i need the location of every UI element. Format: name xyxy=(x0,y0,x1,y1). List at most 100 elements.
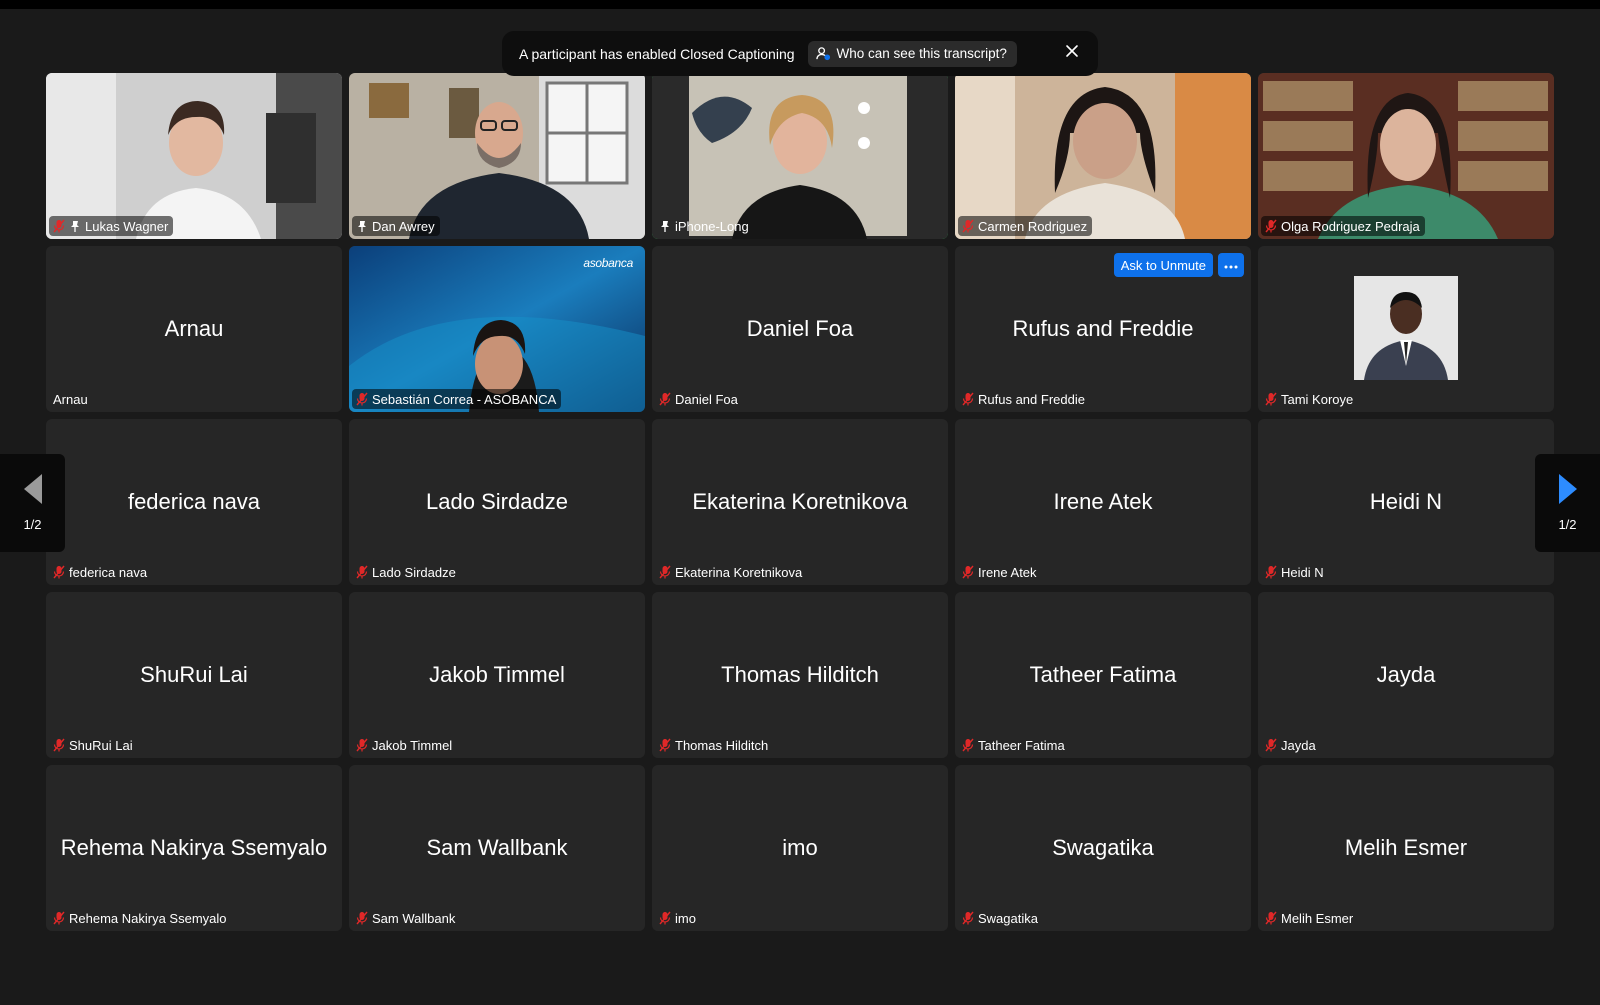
participant-name: Lado Sirdadze xyxy=(372,564,456,580)
participant-name: Swagatika xyxy=(978,910,1038,926)
participant-display-name: ShuRui Lai xyxy=(140,662,248,687)
participant-name: Olga Rodriguez Pedraja xyxy=(1281,218,1420,234)
top-bar xyxy=(0,0,1600,9)
mic-muted-icon xyxy=(356,738,368,752)
participant-name: Tami Koroye xyxy=(1281,391,1354,407)
person-info-icon xyxy=(815,46,831,61)
previous-page-button[interactable]: 1/2 xyxy=(0,454,65,552)
asobanca-logo: asobanca xyxy=(583,256,633,270)
who-can-see-transcript-button[interactable]: Who can see this transcript? xyxy=(807,40,1017,67)
participant-display-name: Irene Atek xyxy=(1053,489,1153,514)
mic-muted-icon xyxy=(1265,911,1277,925)
participant-name: ShuRui Lai xyxy=(69,737,133,753)
mic-muted-icon xyxy=(962,738,974,752)
participant-name: Thomas Hilditch xyxy=(675,737,769,753)
mic-muted-icon xyxy=(53,219,65,233)
participant-tile[interactable]: Ask to Unmute Rufus and Freddie Rufus an… xyxy=(955,246,1251,412)
participant-name: Rehema Nakirya Ssemyalo xyxy=(69,910,227,926)
participant-name-tag: Arnau xyxy=(49,389,93,409)
participant-name-tag: Sam Wallbank xyxy=(352,908,460,928)
participant-name-tag: Sebastián Correa - ASOBANCA xyxy=(352,389,562,409)
more-options-button[interactable] xyxy=(1218,253,1244,277)
mic-muted-icon xyxy=(659,738,671,752)
participant-video xyxy=(349,73,645,239)
participant-tile[interactable]: Tami Koroye xyxy=(1258,246,1554,412)
participant-name-tag: Jayda xyxy=(1261,735,1321,755)
close-banner-button[interactable] xyxy=(1060,42,1084,66)
participant-display-name: Arnau xyxy=(164,316,224,341)
participant-tile[interactable]: Melih Esmer Melih Esmer xyxy=(1258,765,1554,931)
participant-name: federica nava xyxy=(69,564,148,580)
participant-name: Jakob Timmel xyxy=(372,737,453,753)
mic-muted-icon xyxy=(962,219,974,233)
participant-tile[interactable]: Arnau Arnau xyxy=(46,246,342,412)
close-icon xyxy=(1065,44,1079,63)
mic-muted-icon xyxy=(1265,738,1277,752)
participant-display-name: Jakob Timmel xyxy=(429,662,565,687)
participant-tile[interactable]: Thomas Hilditch Thomas Hilditch xyxy=(652,592,948,758)
participant-video xyxy=(349,246,645,412)
participant-name: Jayda xyxy=(1281,737,1316,753)
participant-display-name: Melih Esmer xyxy=(1344,835,1468,860)
participant-tile[interactable]: Ekaterina Koretnikova Ekaterina Koretnik… xyxy=(652,419,948,585)
mic-muted-icon xyxy=(53,565,65,579)
mic-muted-icon xyxy=(1265,565,1277,579)
participant-tile[interactable]: Lado Sirdadze Lado Sirdadze xyxy=(349,419,645,585)
participant-display-name: imo xyxy=(782,835,818,860)
participant-tile[interactable]: Carmen Rodriguez xyxy=(955,73,1251,239)
participant-display-name: Ekaterina Koretnikova xyxy=(692,489,908,514)
pin-icon xyxy=(356,220,368,233)
participant-name: Carmen Rodriguez xyxy=(978,218,1088,234)
participant-tile[interactable]: imo imo xyxy=(652,765,948,931)
participant-name-tag: Lado Sirdadze xyxy=(352,562,461,582)
mic-muted-icon xyxy=(356,911,368,925)
participant-tile[interactable]: federica nava federica nava xyxy=(46,419,342,585)
participant-name: Daniel Foa xyxy=(675,391,738,407)
ask-to-unmute-button[interactable]: Ask to Unmute xyxy=(1113,253,1213,277)
next-page-button[interactable]: 1/2 xyxy=(1535,454,1600,552)
avatar xyxy=(1354,276,1458,380)
mic-muted-icon xyxy=(1265,219,1277,233)
participant-name-tag: federica nava xyxy=(49,562,152,582)
participant-name-tag: Irene Atek xyxy=(958,562,1042,582)
participant-tile[interactable]: asobanca Sebastián Correa - ASOBANCA xyxy=(349,246,645,412)
participant-tile[interactable]: Rehema Nakirya Ssemyalo Rehema Nakirya S… xyxy=(46,765,342,931)
participant-name-tag: Rehema Nakirya Ssemyalo xyxy=(49,908,232,928)
participant-name-tag: Olga Rodriguez Pedraja xyxy=(1261,216,1425,236)
participant-tile[interactable]: Dan Awrey xyxy=(349,73,645,239)
participant-tile[interactable]: Sam Wallbank Sam Wallbank xyxy=(349,765,645,931)
participant-tile[interactable]: Daniel Foa Daniel Foa xyxy=(652,246,948,412)
cc-banner-message: A participant has enabled Closed Caption… xyxy=(519,45,795,62)
participant-display-name: federica nava xyxy=(127,489,261,514)
participant-display-name: Rufus and Freddie xyxy=(1012,316,1194,341)
participant-name-tag: Dan Awrey xyxy=(352,216,440,236)
participant-tile[interactable]: Swagatika Swagatika xyxy=(955,765,1251,931)
page-indicator: 1/2 xyxy=(1558,517,1577,532)
ellipsis-icon xyxy=(1224,256,1238,274)
participant-tile[interactable]: Tatheer Fatima Tatheer Fatima xyxy=(955,592,1251,758)
participant-name: Ekaterina Koretnikova xyxy=(675,564,803,580)
participant-name: Melih Esmer xyxy=(1281,910,1354,926)
participant-display-name: Tatheer Fatima xyxy=(1029,662,1177,687)
participant-tile[interactable]: Lukas Wagner xyxy=(46,73,342,239)
mic-muted-icon xyxy=(659,911,671,925)
participant-tile[interactable]: Jayda Jayda xyxy=(1258,592,1554,758)
mic-muted-icon xyxy=(53,738,65,752)
participant-name-tag: iPhone-Long xyxy=(655,216,754,236)
page-indicator: 1/2 xyxy=(23,517,42,532)
participant-name: Rufus and Freddie xyxy=(978,391,1085,407)
participant-name: Lukas Wagner xyxy=(85,218,169,234)
participant-tile[interactable]: Jakob Timmel Jakob Timmel xyxy=(349,592,645,758)
participant-name-tag: Ekaterina Koretnikova xyxy=(655,562,807,582)
participant-name-tag: Melih Esmer xyxy=(1261,908,1358,928)
participant-display-name: Daniel Foa xyxy=(746,316,854,341)
participant-tile-active-speaker[interactable]: iPhone-Long xyxy=(652,73,948,239)
participant-tile[interactable]: Heidi N Heidi N xyxy=(1258,419,1554,585)
participant-tile[interactable]: Olga Rodriguez Pedraja xyxy=(1258,73,1554,239)
participant-tile[interactable]: Irene Atek Irene Atek xyxy=(955,419,1251,585)
participant-name-tag: Swagatika xyxy=(958,908,1043,928)
gallery-grid: Lukas Wagner Dan Awrey iPhone-Long Carme… xyxy=(46,73,1554,931)
mic-muted-icon xyxy=(962,392,974,406)
participant-tile[interactable]: ShuRui Lai ShuRui Lai xyxy=(46,592,342,758)
participant-name-tag: Tatheer Fatima xyxy=(958,735,1070,755)
